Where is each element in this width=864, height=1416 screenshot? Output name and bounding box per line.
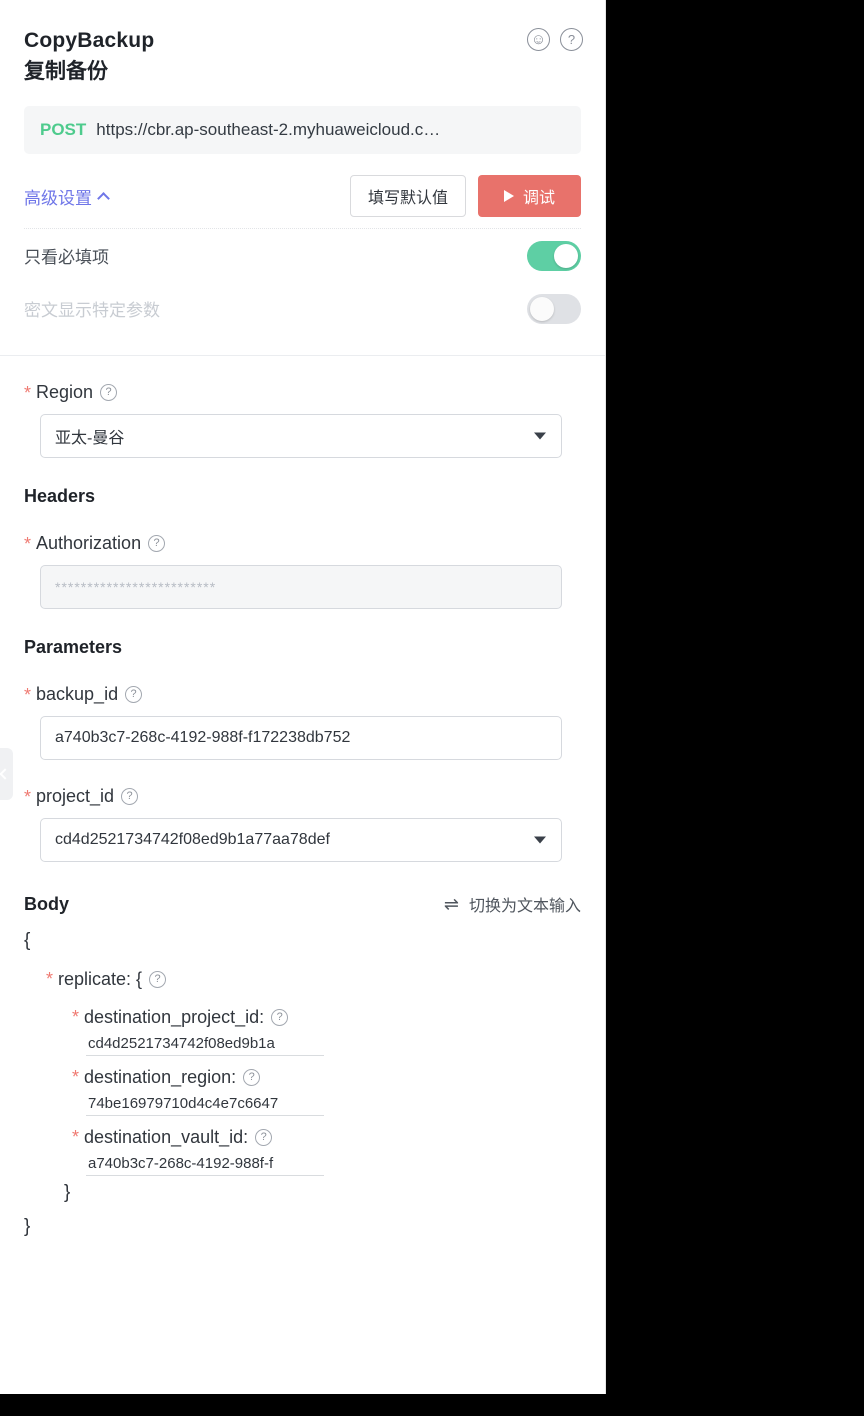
advanced-settings-label: 高级设置 (24, 188, 92, 208)
panel-header: CopyBackup 复制备份 ☺ ? (0, 0, 605, 88)
page-subtitle: 复制备份 (24, 60, 108, 83)
authorization-label-row: * Authorization ? (24, 533, 581, 554)
headers-section-title: Headers (24, 486, 96, 506)
json-value-wrap-destination-project-id: cd4d2521734742f08ed9b1a (24, 1034, 581, 1056)
section-divider (0, 355, 605, 356)
authorization-label: Authorization (36, 533, 142, 553)
backup-id-label-row: * backup_id ? (24, 684, 581, 705)
json-value-destination-project-id[interactable]: cd4d2521734742f08ed9b1a (86, 1034, 324, 1056)
advanced-settings-toggle[interactable]: 高级设置 (24, 184, 110, 209)
request-url-text: https://cbr.ap-southeast-2.myhuaweicloud… (96, 120, 441, 139)
project-id-label: project_id (36, 786, 115, 806)
switch-to-text-input-button[interactable]: ⇌ 切换为文本输入 (444, 892, 581, 916)
required-star-icon: * (72, 1007, 80, 1027)
json-key-destination-region: destination_region: (84, 1067, 237, 1087)
json-inner-close-brace: } (64, 1182, 71, 1203)
advanced-actions: 填写默认值 调试 (349, 175, 581, 217)
toggle-row-required-only: 只看必填项 (24, 229, 581, 282)
play-icon (503, 190, 514, 202)
body-section-header: Body ⇌ 切换为文本输入 (24, 892, 581, 916)
switch-required-only[interactable] (527, 240, 581, 271)
toggle-label-required-only: 只看必填项 (24, 248, 109, 267)
backup-id-input[interactable]: a740b3c7-268c-4192-988f-f172238db752 (40, 716, 562, 760)
json-value-wrap-destination-region: 74be16979710d4c4e7c6647 (24, 1094, 581, 1116)
json-key-replicate: replicate: { (58, 969, 143, 989)
switch-mask-params[interactable] (527, 293, 581, 324)
page-title: CopyBackup (24, 29, 155, 52)
request-url-bar[interactable]: POST https://cbr.ap-southeast-2.myhuawei… (24, 106, 581, 154)
http-method-badge: POST (40, 120, 87, 139)
help-question-icon[interactable]: ? (243, 1068, 261, 1086)
request-form: * Region ? 亚太-曼谷 Headers * Authorization… (0, 382, 605, 1244)
advanced-settings-row: 高级设置 填写默认值 调试 (24, 168, 581, 224)
toggle-label-mask-params: 密文显示特定参数 (24, 301, 160, 320)
json-row-replicate: * replicate: { ? (24, 962, 581, 996)
debug-button[interactable]: 调试 (477, 175, 581, 217)
json-value-wrap-destination-vault-id: a740b3c7-268c-4192-988f-f (24, 1154, 581, 1176)
json-close-brace: } (24, 1216, 31, 1237)
json-value-destination-vault-id[interactable]: a740b3c7-268c-4192-988f-f (86, 1154, 324, 1176)
body-section-title: Body (24, 893, 69, 914)
chevron-down-icon (534, 432, 546, 440)
authorization-masked-value: ************************* (55, 579, 217, 595)
toggle-row-mask-params: 密文显示特定参数 (24, 282, 581, 335)
swap-arrows-icon: ⇌ (443, 894, 459, 914)
help-question-icon[interactable]: ? (560, 28, 583, 51)
project-id-label-row: * project_id ? (24, 786, 581, 807)
chevron-down-icon (534, 836, 546, 844)
collapse-panel-handle[interactable] (0, 748, 13, 800)
switch-knob (530, 296, 554, 321)
feedback-smiley-icon[interactable]: ☺ (527, 28, 550, 51)
backup-id-value: a740b3c7-268c-4192-988f-f172238db752 (55, 729, 351, 746)
switch-to-text-input-label: 切换为文本输入 (468, 898, 581, 915)
authorization-input[interactable]: ************************* (40, 565, 562, 609)
json-key-destination-project-id: destination_project_id: (84, 1007, 265, 1027)
fill-defaults-button[interactable]: 填写默认值 (349, 175, 466, 217)
help-question-icon[interactable]: ? (271, 1008, 289, 1026)
parameters-section-title: Parameters (24, 637, 123, 657)
backup-id-label: backup_id (36, 684, 119, 704)
json-key-destination-vault-id: destination_vault_id: (84, 1127, 249, 1147)
help-question-icon[interactable]: ? (149, 970, 167, 988)
switch-knob (554, 243, 578, 268)
header-icon-group: ☺ ? (527, 28, 583, 51)
json-value-destination-region[interactable]: 74be16979710d4c4e7c6647 (86, 1094, 324, 1116)
json-row-destination-project-id: * destination_project_id: ? (24, 1000, 581, 1034)
help-question-icon[interactable]: ? (125, 686, 143, 703)
help-question-icon[interactable]: ? (100, 384, 118, 401)
debug-button-label: 调试 (522, 190, 555, 207)
help-question-icon[interactable]: ? (121, 788, 139, 805)
help-question-icon[interactable]: ? (255, 1128, 273, 1146)
json-row-destination-region: * destination_region: ? (24, 1060, 581, 1094)
chevron-up-icon (97, 191, 110, 205)
required-star-icon: * (72, 1067, 80, 1087)
help-question-icon[interactable]: ? (148, 535, 166, 552)
region-label: Region (36, 382, 94, 402)
region-selected-value: 亚太-曼谷 (55, 430, 125, 447)
required-star-icon: * (24, 533, 32, 554)
chevron-left-icon (0, 768, 11, 780)
api-debug-panel: CopyBackup 复制备份 ☺ ? POST https://cbr.ap-… (0, 0, 606, 1394)
region-label-row: * Region ? (24, 382, 581, 403)
project-id-value: cd4d2521734742f08ed9b1a77aa78def (55, 831, 330, 848)
body-json-editor: { * replicate: { ? * destination_project… (24, 924, 581, 1244)
json-open-brace: { (24, 930, 31, 951)
project-id-select[interactable]: cd4d2521734742f08ed9b1a77aa78def (40, 818, 562, 862)
required-star-icon: * (72, 1127, 80, 1147)
required-star-icon: * (24, 382, 32, 403)
json-row-destination-vault-id: * destination_vault_id: ? (24, 1120, 581, 1154)
required-star-icon: * (46, 969, 54, 989)
region-select[interactable]: 亚太-曼谷 (40, 414, 562, 458)
required-star-icon: * (24, 684, 32, 705)
required-star-icon: * (24, 786, 32, 807)
